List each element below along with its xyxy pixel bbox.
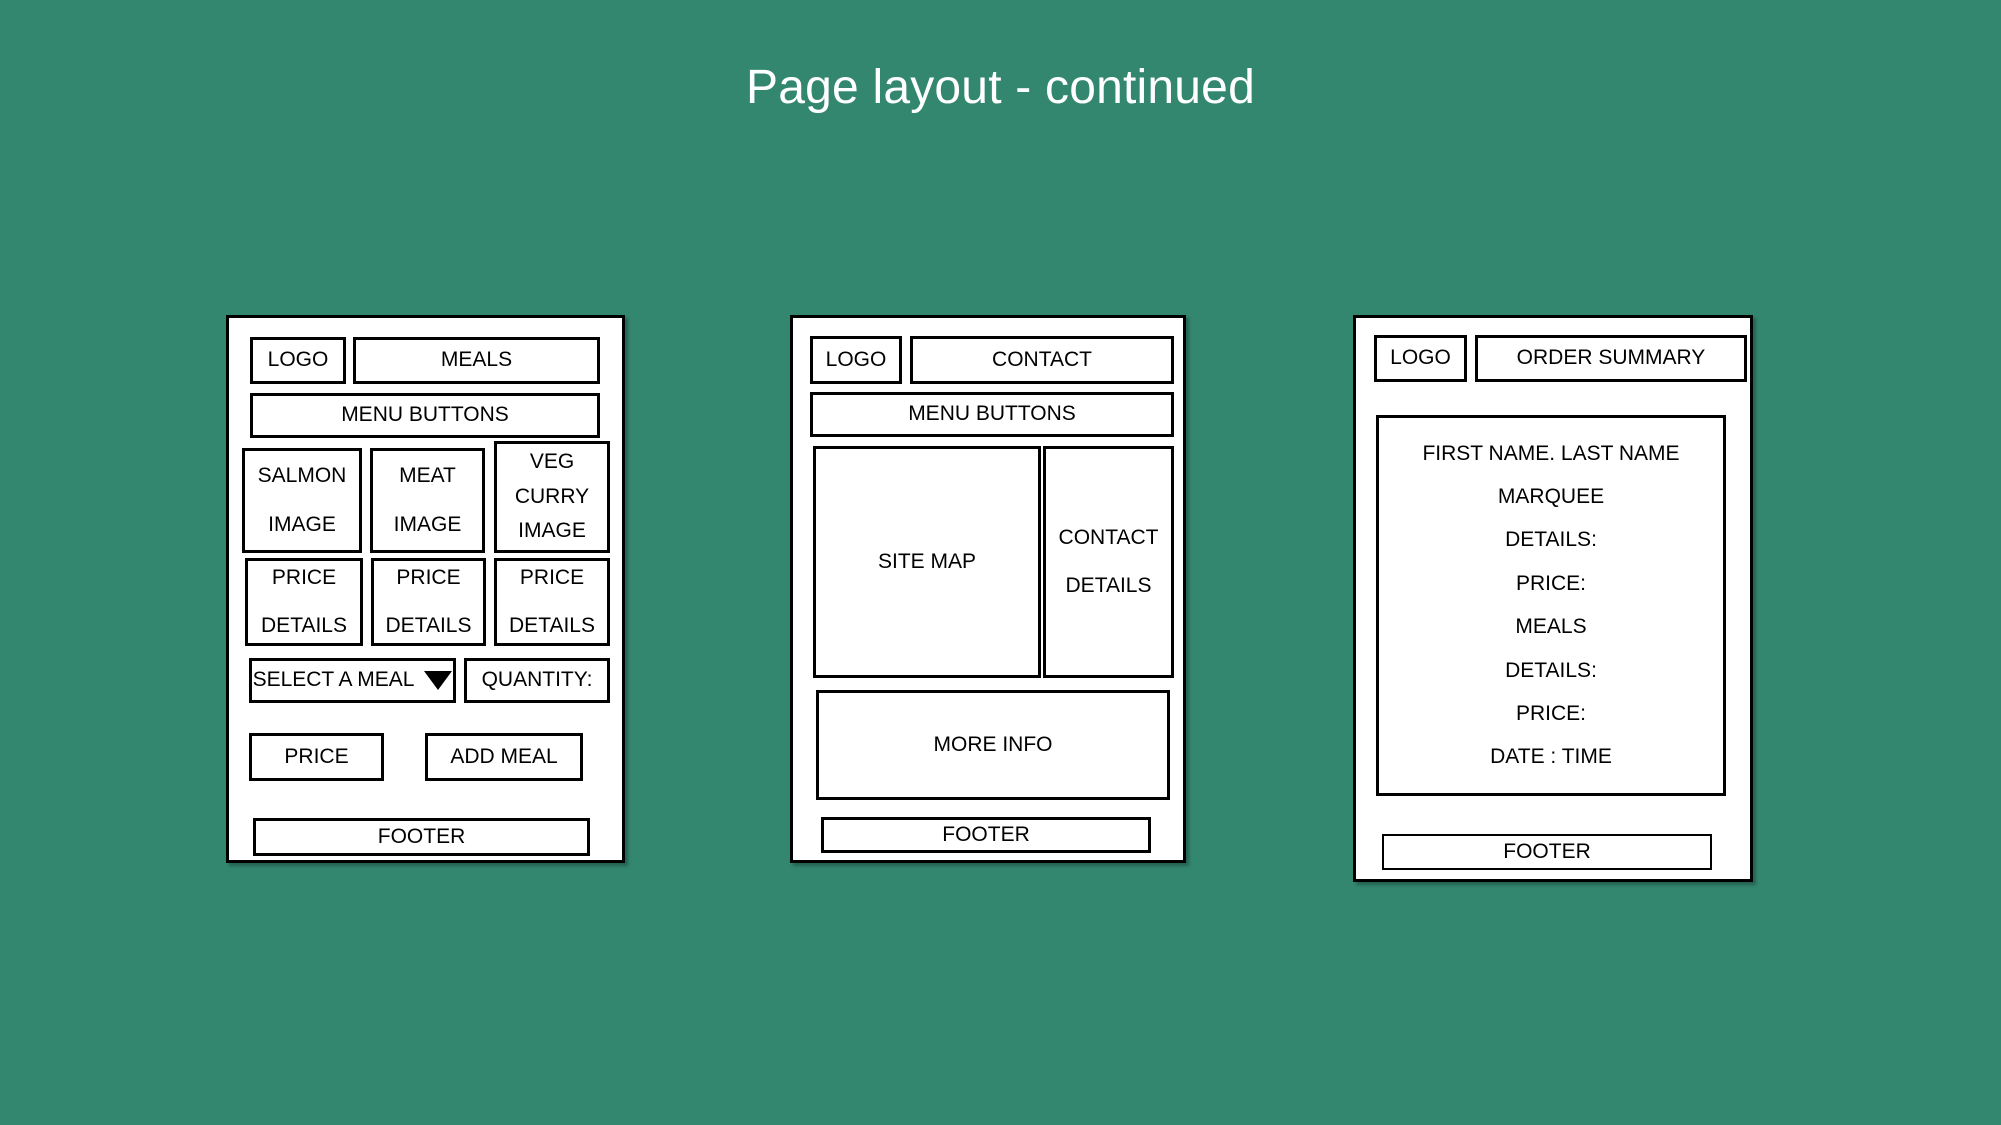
product-image-label: IMAGE <box>518 519 586 543</box>
footer-label: FOOTER <box>942 822 1030 846</box>
price-display-meals: PRICE <box>249 733 384 781</box>
summary-line: MEALS <box>1515 615 1587 639</box>
product-image-salmon: SALMON IMAGE <box>242 448 362 553</box>
add-meal-label: ADD MEAL <box>450 744 558 768</box>
logo-box-contact[interactable]: LOGO <box>810 336 902 384</box>
price-label: PRICE <box>519 565 585 589</box>
price-label: PRICE <box>284 744 349 768</box>
order-summary-details-area: FIRST NAME. LAST NAME MARQUEE DETAILS: P… <box>1376 415 1726 796</box>
footer-label: FOOTER <box>377 824 466 848</box>
product-price-meat: PRICE DETAILS <box>371 558 486 646</box>
summary-line: PRICE: <box>1515 571 1586 595</box>
product-image-label: VEG <box>529 450 575 474</box>
page-header-label: CONTACT <box>992 347 1092 371</box>
summary-line: FIRST NAME. LAST NAME <box>1422 441 1680 465</box>
menu-buttons-label: MENU BUTTONS <box>908 402 1076 426</box>
contact-details-area: CONTACT DETAILS <box>1043 446 1174 678</box>
more-info-label: MORE INFO <box>933 732 1053 756</box>
page-header-meals: MEALS <box>353 337 600 384</box>
menu-buttons-bar-meals[interactable]: MENU BUTTONS <box>250 393 600 438</box>
product-image-meat: MEAT IMAGE <box>370 448 485 553</box>
chevron-down-icon[interactable] <box>424 671 453 690</box>
contact-details-label: CONTACT <box>1058 525 1159 549</box>
product-image-label: IMAGE <box>268 512 336 536</box>
logo-box-order-summary[interactable]: LOGO <box>1374 335 1467 382</box>
product-image-label: IMAGE <box>393 512 462 536</box>
summary-line: DATE : TIME <box>1490 745 1612 769</box>
wireframe-panel-order-summary: LOGO ORDER SUMMARY FIRST NAME. LAST NAME… <box>1353 315 1753 882</box>
contact-details-label: DETAILS <box>1065 574 1152 597</box>
wireframe-panel-meals: LOGO MEALS MENU BUTTONS SALMON IMAGE MEA… <box>226 315 625 863</box>
details-label: DETAILS <box>261 614 347 637</box>
summary-line: DETAILS: <box>1505 528 1597 552</box>
select-a-meal-label: SELECT A MEAL <box>252 668 415 692</box>
wireframe-panel-contact: LOGO CONTACT MENU BUTTONS SITE MAP CONTA… <box>790 315 1186 863</box>
product-image-veg-curry: VEG CURRY IMAGE <box>494 441 610 553</box>
product-price-veg-curry: PRICE DETAILS <box>494 558 610 646</box>
page-header-contact: CONTACT <box>910 336 1174 384</box>
footer-label: FOOTER <box>1503 839 1591 863</box>
product-price-salmon: PRICE DETAILS <box>245 558 363 646</box>
menu-buttons-bar-contact[interactable]: MENU BUTTONS <box>810 392 1174 437</box>
footer-bar-contact: FOOTER <box>821 817 1151 853</box>
add-meal-button[interactable]: ADD MEAL <box>425 733 583 781</box>
price-label: PRICE <box>396 565 461 589</box>
logo-label: LOGO <box>825 347 887 371</box>
price-label: PRICE <box>271 565 337 589</box>
footer-bar-order-summary: FOOTER <box>1382 834 1712 870</box>
logo-label: LOGO <box>267 348 329 372</box>
summary-line: PRICE: <box>1515 701 1586 725</box>
more-info-area: MORE INFO <box>816 690 1170 800</box>
select-a-meal-dropdown[interactable]: SELECT A MEAL <box>249 658 456 703</box>
footer-bar-meals: FOOTER <box>253 818 590 856</box>
site-map-label: SITE MAP <box>877 549 977 573</box>
quantity-label: QUANTITY: <box>481 668 593 692</box>
page-header-order-summary: ORDER SUMMARY <box>1475 335 1747 382</box>
product-image-label: SALMON <box>257 464 347 488</box>
page-header-label: ORDER SUMMARY <box>1516 346 1706 370</box>
logo-box-meals[interactable]: LOGO <box>250 337 346 384</box>
details-label: DETAILS <box>509 614 595 637</box>
page-header-label: MEALS <box>440 348 513 372</box>
site-map-area: SITE MAP <box>813 446 1041 678</box>
logo-label: LOGO <box>1390 346 1451 370</box>
product-image-label: CURRY <box>514 484 590 508</box>
details-label: DETAILS <box>385 614 472 637</box>
summary-line: DETAILS: <box>1505 658 1597 682</box>
page-title: Page layout - continued <box>746 61 1255 114</box>
summary-line: MARQUEE <box>1497 485 1605 509</box>
quantity-field[interactable]: QUANTITY: <box>464 658 610 703</box>
menu-buttons-label: MENU BUTTONS <box>341 403 509 427</box>
product-image-label: MEAT <box>399 464 456 488</box>
